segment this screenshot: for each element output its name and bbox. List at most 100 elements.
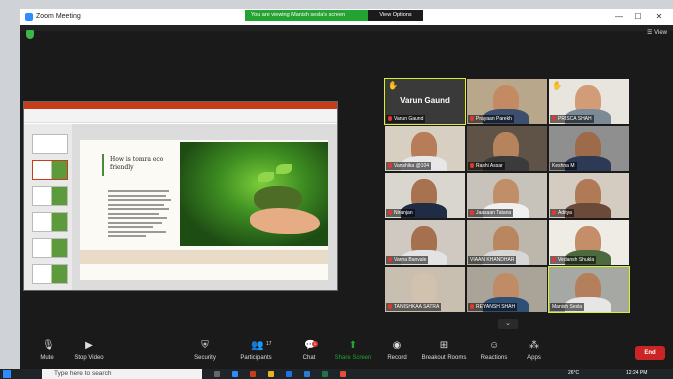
participant-tile[interactable]: ✋ Varun Gaund Varun Gaund: [384, 78, 466, 125]
powerpoint-taskbar-icon[interactable]: [250, 371, 256, 377]
participant-name: TANISHKAA SATRA: [386, 303, 442, 311]
raised-hand-icon: ✋: [552, 81, 562, 90]
record-icon: ◉: [392, 340, 402, 351]
participant-name: Aditya: [550, 209, 574, 217]
zoom-logo-icon: [25, 13, 33, 21]
participant-tile[interactable]: Varna Banvale: [385, 220, 465, 265]
participants-icon: 👥: [251, 340, 264, 351]
security-label: Security: [194, 355, 216, 361]
participants-button[interactable]: 👥 Participants 17: [229, 340, 283, 362]
participant-tile[interactable]: Niranjan: [385, 173, 465, 218]
record-label: Record: [387, 355, 407, 361]
current-slide: How is tomra eco friendly: [80, 140, 328, 280]
breakout-rooms-label: Breakout Rooms: [421, 355, 467, 361]
smiley-icon: ☺: [489, 340, 500, 351]
excel-taskbar-icon[interactable]: [322, 371, 328, 377]
windows-start-icon[interactable]: [3, 370, 11, 378]
file-explorer-icon[interactable]: [268, 371, 274, 377]
shared-screen: How is tomra eco friendly: [23, 101, 338, 291]
participant-tile[interactable]: Vedansh Shukla: [549, 220, 629, 265]
view-label: View: [654, 30, 667, 36]
slide-thumbnail: [32, 134, 68, 154]
title-accent-bar: [102, 154, 104, 176]
close-button[interactable]: ✕: [652, 11, 666, 23]
participant-gallery: ✋ Varun Gaund Varun Gaund Prayaan Parekh…: [384, 78, 630, 318]
stop-video-button[interactable]: ▶ Stop Video: [62, 341, 116, 362]
raised-hand-icon: ✋: [388, 81, 398, 90]
mute-label: Mute: [40, 355, 54, 361]
muted-mic-icon: [470, 304, 474, 309]
gallery-next-page-button[interactable]: ⌄: [498, 319, 518, 329]
slide-thumbnail: [32, 212, 68, 232]
participant-tile[interactable]: ✋ PRISCA SHAH: [549, 79, 629, 124]
title-bar: Zoom Meeting You are viewing Manish sesl…: [20, 9, 673, 25]
muted-mic-icon: [552, 116, 556, 121]
end-meeting-button[interactable]: End: [635, 346, 665, 360]
app-taskbar-icon[interactable]: [340, 371, 346, 377]
slide-thumbnail: [32, 160, 68, 180]
view-options-button[interactable]: View Options: [368, 10, 423, 21]
microphone-icon: 🎙: [42, 340, 55, 351]
participant-name: Vedansh Shukla: [550, 256, 597, 264]
zoom-window: Zoom Meeting You are viewing Manish sesl…: [20, 9, 673, 370]
security-shield-icon[interactable]: [26, 30, 34, 39]
zoom-taskbar-icon[interactable]: [232, 371, 238, 377]
leaf-shape: [276, 164, 292, 174]
apps-label: Apps: [527, 355, 541, 361]
window-title: Zoom Meeting: [36, 13, 81, 20]
apps-button[interactable]: ⁂ Apps: [507, 340, 561, 362]
participant-tile[interactable]: Keshna M: [549, 126, 629, 171]
word-taskbar-icon[interactable]: [304, 371, 310, 377]
breakout-rooms-icon: ⊞: [439, 340, 449, 351]
meeting-toolbar: 🎙 Mute ▶ Stop Video ⛨ Security 👥 Partici…: [20, 339, 673, 370]
participant-name: Niranjan: [386, 209, 415, 217]
participant-name: PRISCA SHAH: [550, 115, 594, 123]
participant-name: REYANSH SHAH: [468, 303, 518, 311]
participant-tile[interactable]: Rashi Assar: [467, 126, 547, 171]
participant-name: Varun Gaund: [386, 115, 426, 123]
powerpoint-titlebar: [24, 102, 337, 109]
participant-tile[interactable]: Manish Sesla: [548, 266, 630, 313]
taskbar-clock: 12:24 PM: [626, 370, 648, 376]
participant-tile[interactable]: TANISHKAA SATRA: [385, 267, 465, 312]
share-screen-icon: ⬆: [348, 340, 358, 351]
muted-mic-icon: [470, 116, 474, 121]
chrome-taskbar-icon[interactable]: [286, 371, 292, 377]
participant-tile[interactable]: Vanshika @104: [385, 126, 465, 171]
view-button[interactable]: ☰ View: [647, 29, 667, 36]
maximize-button[interactable]: ☐: [631, 11, 645, 23]
muted-mic-icon: [388, 257, 392, 262]
breakout-rooms-button[interactable]: ⊞ Breakout Rooms: [414, 340, 474, 362]
slide-footer: [80, 250, 328, 264]
participant-name: Jaasaan Tataria: [468, 209, 514, 217]
participant-tile[interactable]: VIAAN KHANDHAR: [467, 220, 547, 265]
share-screen-label: Share Screen: [334, 355, 372, 361]
stop-video-label: Stop Video: [74, 355, 104, 361]
security-button[interactable]: ⛨ Security: [178, 340, 232, 362]
powerpoint-ribbon: [24, 109, 337, 123]
slide-thumbnail: [32, 186, 68, 206]
participant-tile[interactable]: REYANSH SHAH: [467, 267, 547, 312]
minimize-button[interactable]: —: [612, 11, 626, 23]
participants-count: 17: [266, 341, 272, 347]
muted-mic-icon: [388, 210, 392, 215]
muted-mic-icon: [470, 210, 474, 215]
participant-name: Prayaan Parekh: [468, 115, 514, 123]
muted-mic-icon: [388, 304, 392, 309]
apps-icon: ⁂: [529, 340, 539, 351]
participant-tile[interactable]: Jaasaan Tataria: [467, 173, 547, 218]
participants-label: Participants: [240, 355, 272, 361]
slide-plant-photo: [180, 142, 328, 246]
muted-mic-icon: [388, 116, 392, 121]
participant-tile[interactable]: Aditya: [549, 173, 629, 218]
taskbar-search-box[interactable]: Type here to search: [42, 369, 202, 379]
shield-icon: ⛨: [201, 340, 209, 351]
reactions-label: Reactions: [480, 355, 508, 361]
muted-mic-icon: [552, 210, 556, 215]
participant-name: Varna Banvale: [386, 256, 429, 264]
participant-tile[interactable]: Prayaan Parekh: [467, 79, 547, 124]
task-view-icon[interactable]: [214, 371, 220, 377]
participant-name: VIAAN KHANDHAR: [468, 256, 517, 264]
hand-shape: [250, 208, 320, 234]
slide-title: How is tomra eco friendly: [110, 156, 164, 171]
